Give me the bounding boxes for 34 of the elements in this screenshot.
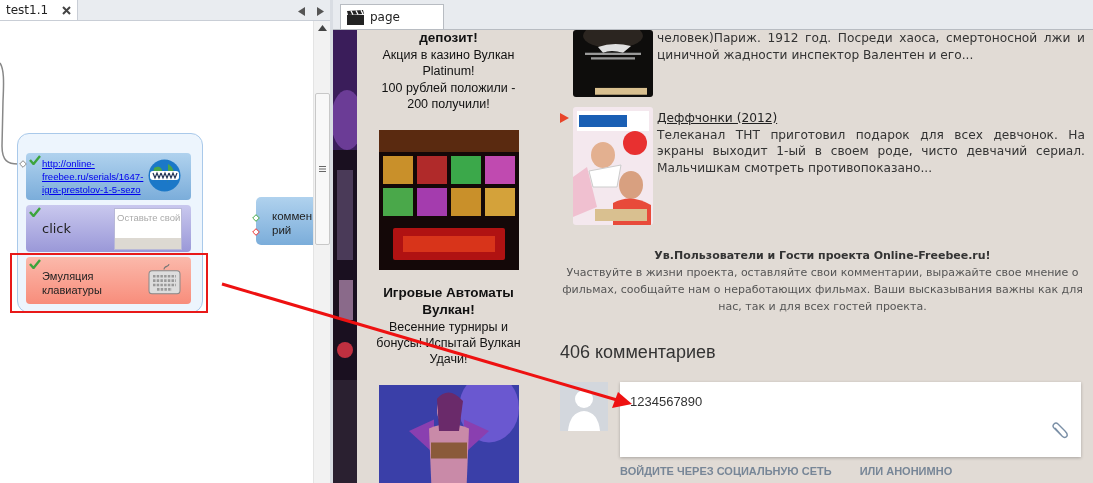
url-link[interactable]: http://online-freebee.ru/serials/1647-igra-prestolov-1-5-sezo bbox=[42, 157, 150, 196]
url-node[interactable]: http://online-freebee.ru/serials/1647-igra-prestolov-1-5-sezo bbox=[26, 153, 191, 200]
keyboard-icon bbox=[148, 263, 181, 296]
preview-text: Оставьте свой bbox=[116, 211, 181, 225]
movie-description: человек)Париж. 1912 год. Посреди хаоса, смертоносной лжи и циничной жадности инспектор Валентен и его... bbox=[657, 30, 1085, 63]
ad-heading: депозит! bbox=[418, 30, 479, 46]
ad-heading: Игровые Автоматы Вулкан! bbox=[382, 284, 515, 318]
grip-icon bbox=[318, 166, 326, 172]
scroll-up-icon bbox=[317, 25, 327, 31]
clapperboard-icon bbox=[347, 9, 364, 25]
notice-title: Ув.Пользователи и Гости проекта Online-Freebee.ru! bbox=[653, 248, 992, 264]
paperclip-icon bbox=[1050, 422, 1068, 440]
scrollbar[interactable] bbox=[313, 21, 330, 483]
globe-icon bbox=[148, 159, 181, 192]
avatar-icon bbox=[560, 382, 608, 431]
scroll-right-icon bbox=[317, 7, 324, 16]
comment-count: 406 комментариев bbox=[560, 342, 717, 363]
comment-field[interactable]: 1234567890 bbox=[620, 382, 1081, 457]
movie-title-link[interactable]: Деффчонки (2012) bbox=[657, 107, 1085, 127]
node-label: Эмуляция клавиатуры bbox=[42, 269, 103, 297]
editor-tab[interactable]: test1.1 bbox=[0, 0, 79, 20]
scrollbar-thumb[interactable] bbox=[314, 93, 330, 245]
scroll-left-icon bbox=[298, 7, 305, 16]
keyboard-node[interactable]: Эмуляция клавиатуры bbox=[26, 257, 191, 304]
ad-text: Акция в казино Вулкан Platinum! bbox=[381, 47, 516, 79]
port-icon bbox=[19, 160, 27, 168]
movie-description: Телеканал ТНТ приготовил подарок для всех девчонок. На экраны выходит 1-ый в своем роде, чисто девчачий сериал. Мальчишкам смотреть противопоказано... bbox=[657, 126, 1085, 176]
action-node[interactable]: коммен рий bbox=[256, 197, 313, 245]
notice-text: Участвуйте в жизни проекта, оставляйте свои комментарии, выражайте свое мнение о фильмах, сообщайте нам о неработающих фильмах. Ваши высказывания важны как для нас, так и для всех гостей проекта. bbox=[561, 265, 1084, 315]
node-label: click bbox=[42, 221, 72, 236]
ad-text: 100 рублей положили - 200 получили! bbox=[380, 80, 517, 112]
click-node[interactable]: click Оставьте свой bbox=[26, 205, 191, 252]
close-icon bbox=[62, 5, 72, 15]
page-tab[interactable]: page bbox=[340, 4, 444, 29]
